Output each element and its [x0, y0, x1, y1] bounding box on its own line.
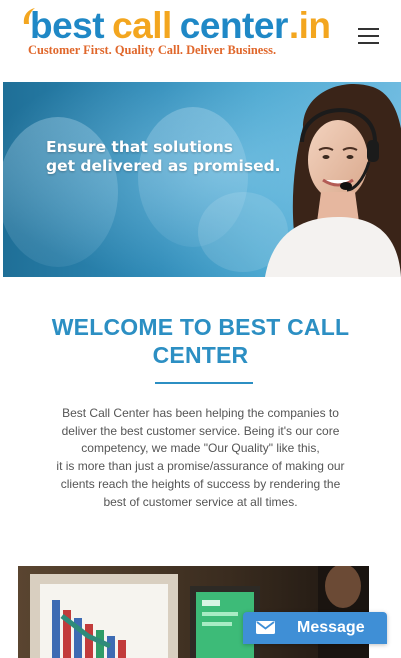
paragraph-line: best of customer service at all times. — [103, 494, 298, 509]
hero-headline: Ensure that solutions get delivered as p… — [46, 138, 306, 176]
logo-word-call: call — [112, 5, 172, 46]
paragraph-line: it is more than just a promise/assurance… — [56, 459, 345, 474]
logo-word-best: best — [30, 5, 105, 46]
hero-line-2: get delivered as promised. — [46, 157, 281, 175]
hero-line-1: Ensure that solutions — [46, 138, 233, 156]
hero-banner: Ensure that solutions get delivered as p… — [3, 82, 401, 277]
hamburger-menu-icon[interactable] — [358, 28, 379, 44]
paragraph-line: deliver the best customer service. Being… — [61, 423, 340, 438]
welcome-paragraph: Best Call Center has been helping the co… — [22, 405, 379, 511]
welcome-heading-line-2: CENTER — [152, 342, 249, 368]
envelope-icon — [256, 621, 275, 634]
logo-word-domain: .in — [288, 5, 331, 46]
site-logo[interactable]: best call center.in Customer First. Qualit… — [22, 2, 332, 66]
message-button-label: Message — [297, 619, 365, 636]
logo-wordmark: best call center.in — [30, 4, 331, 48]
paragraph-line: competency, we made "Our Quality" like t… — [81, 441, 320, 456]
heading-divider — [155, 382, 253, 384]
message-button[interactable]: Message — [243, 612, 387, 644]
paragraph-line: clients reach the heights of success by … — [60, 476, 341, 491]
paragraph-line: Best Call Center has been helping the co… — [62, 406, 339, 420]
welcome-heading: WELCOME TO BEST CALL CENTER — [20, 313, 381, 369]
welcome-heading-line-1: WELCOME TO BEST CALL — [51, 314, 350, 340]
logo-word-center: center — [179, 5, 289, 46]
hero-illustration — [3, 82, 401, 277]
site-header: best call center.in Customer First. Qualit… — [0, 0, 401, 82]
logo-tagline: Customer First. Quality Call. Deliver Bu… — [28, 43, 277, 57]
